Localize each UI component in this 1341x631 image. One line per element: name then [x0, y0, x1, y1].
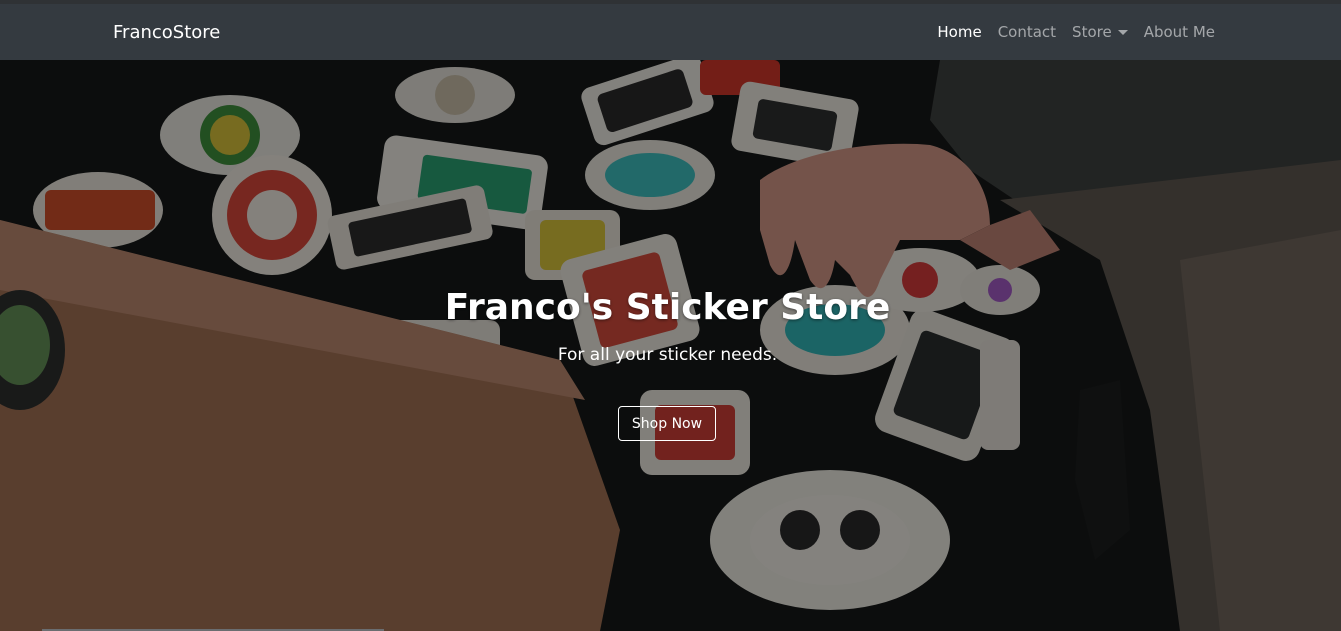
nav-links: Home Contact Store About Me [921, 21, 1215, 43]
page: FrancoStore Home Contact Store About Me [0, 0, 1341, 631]
shop-now-button[interactable]: Shop Now [618, 406, 716, 441]
hero-subtitle: For all your sticker needs. [557, 345, 778, 365]
navbar: FrancoStore Home Contact Store About Me [0, 4, 1341, 60]
caret-down-icon [1117, 30, 1128, 35]
nav-link-contact[interactable]: Contact [998, 21, 1056, 43]
hero-content: Franco's Sticker Store For all your stic… [0, 60, 1341, 631]
hero-section: Franco's Sticker Store For all your stic… [0, 60, 1341, 631]
nav-link-about[interactable]: About Me [1144, 21, 1215, 43]
nav-link-store-dropdown[interactable]: Store [1072, 21, 1128, 43]
hero-title: Franco's Sticker Store [444, 287, 891, 328]
nav-link-home[interactable]: Home [937, 21, 981, 43]
nav-link-store-label: Store [1072, 23, 1112, 41]
brand-link[interactable]: FrancoStore [113, 21, 220, 45]
